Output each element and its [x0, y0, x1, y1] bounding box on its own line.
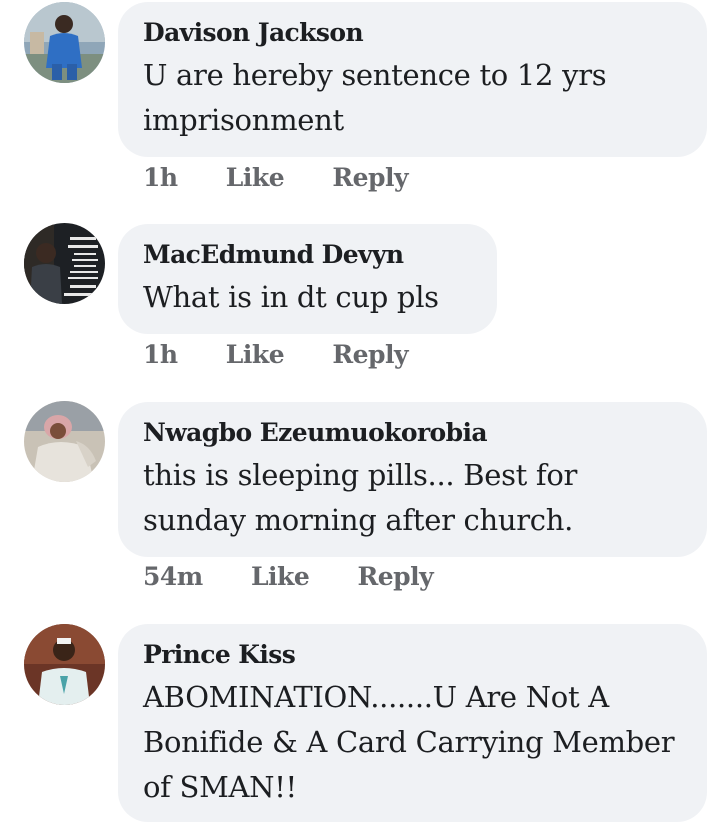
- avatar-photo-icon: [24, 2, 105, 83]
- avatar-photo-icon: [24, 223, 105, 304]
- avatar[interactable]: [24, 2, 105, 83]
- comment-text: What is in dt cup pls: [143, 280, 439, 314]
- like-button[interactable]: Like: [226, 163, 285, 192]
- comment-text: ABOMINATION.......U Are Not A Bonifide &…: [143, 680, 675, 804]
- avatar[interactable]: [24, 624, 105, 705]
- comment-text: this is sleeping pills... Best for sunda…: [143, 458, 578, 537]
- comment-bubble: Nwagbo Ezeumuokorobia this is sleeping p…: [118, 402, 707, 557]
- comment-timestamp[interactable]: 54m: [143, 562, 203, 591]
- comment-actions: 1h Like Reply: [143, 340, 409, 369]
- comment-author[interactable]: MacEdmund Devyn: [143, 238, 473, 272]
- comment-actions: 1h Like Reply: [143, 163, 409, 192]
- avatar-photo-icon: [24, 624, 105, 705]
- like-button[interactable]: Like: [251, 562, 310, 591]
- reply-button[interactable]: Reply: [332, 163, 408, 192]
- comment-bubble: Davison Jackson U are hereby sentence to…: [118, 2, 707, 157]
- avatar[interactable]: [24, 223, 105, 304]
- comment-timestamp[interactable]: 1h: [143, 340, 178, 369]
- comment-bubble: MacEdmund Devyn What is in dt cup pls: [118, 224, 497, 334]
- avatar-photo-icon: [24, 401, 105, 482]
- comment-text: U are hereby sentence to 12 yrs imprison…: [143, 58, 607, 137]
- comment-author[interactable]: Davison Jackson: [143, 16, 683, 50]
- avatar[interactable]: [24, 401, 105, 482]
- reply-button[interactable]: Reply: [332, 340, 408, 369]
- comment-bubble: Prince Kiss ABOMINATION.......U Are Not …: [118, 624, 707, 822]
- comment-timestamp[interactable]: 1h: [143, 163, 178, 192]
- comment-author[interactable]: Nwagbo Ezeumuokorobia: [143, 416, 683, 450]
- comment-author[interactable]: Prince Kiss: [143, 638, 683, 672]
- like-button[interactable]: Like: [226, 340, 285, 369]
- comment-actions: 54m Like Reply: [143, 562, 434, 591]
- reply-button[interactable]: Reply: [358, 562, 434, 591]
